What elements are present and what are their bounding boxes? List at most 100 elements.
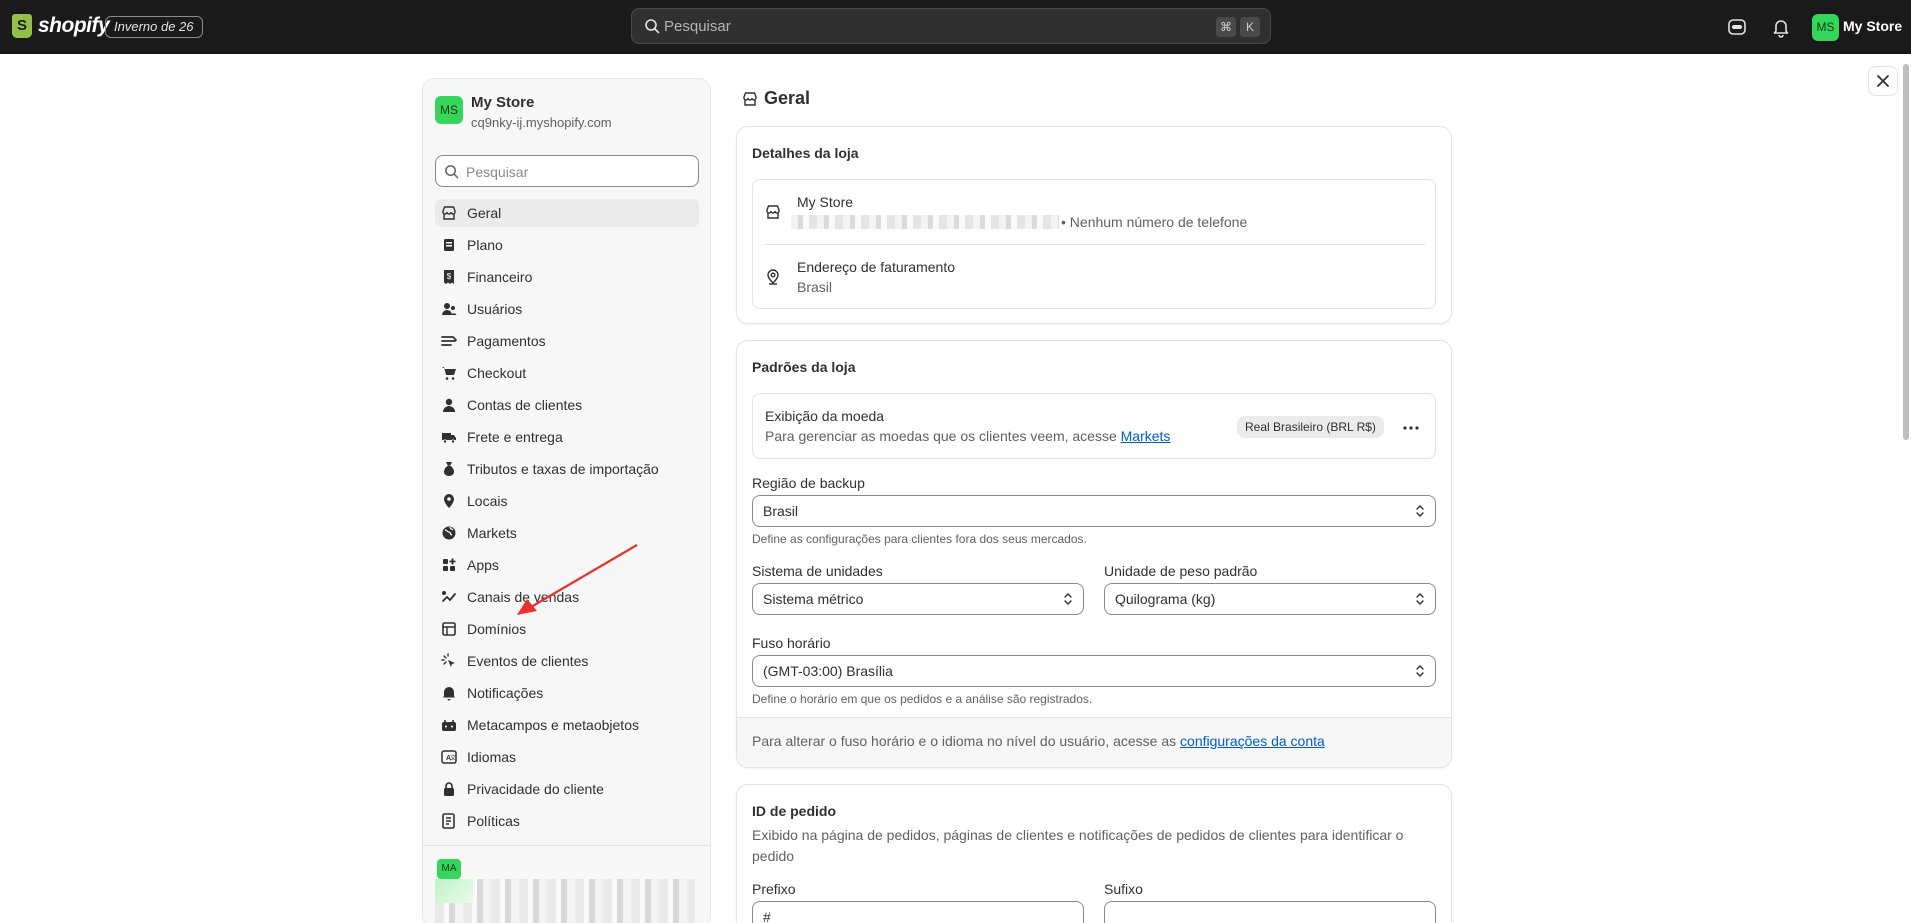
timezone-label: Fuso horário	[752, 635, 831, 651]
select-chevron-icon	[1416, 593, 1424, 605]
redacted-account-info	[435, 879, 695, 923]
close-icon	[1877, 75, 1889, 87]
tax-icon	[444, 462, 454, 476]
phone-text: • Nenhum número de telefone	[1061, 214, 1248, 230]
prefix-input[interactable]: #	[752, 901, 1084, 923]
sidebar-item-label: Contas de clientes	[467, 397, 583, 413]
page-title: Geral	[742, 88, 810, 109]
search-placeholder: Pesquisar	[466, 164, 529, 180]
store-icon	[766, 205, 780, 219]
sidebar-item-eventos-de-clientes[interactable]: Eventos de clientes	[435, 647, 699, 675]
select-chevron-icon	[1416, 665, 1424, 677]
redacted-email	[791, 215, 1059, 229]
sidebar-item-locais[interactable]: Locais	[435, 487, 699, 515]
sidebar-item-label: Locais	[467, 493, 508, 509]
billing-country: Brasil	[797, 279, 833, 295]
settings-search-input[interactable]: Pesquisar	[435, 155, 699, 187]
suffix-label: Sufixo	[1104, 881, 1143, 897]
scrollbar[interactable]	[1903, 64, 1909, 440]
weight-unit-value: Quilograma (kg)	[1115, 591, 1216, 607]
store-icon	[442, 206, 456, 220]
more-actions-button[interactable]	[1399, 415, 1423, 439]
divider	[765, 244, 1425, 245]
sidebar-item-plano[interactable]: Plano	[435, 231, 699, 259]
account-settings-link[interactable]: configurações da conta	[1180, 733, 1325, 749]
order-id-card: ID de pedido Exibido na página de pedido…	[736, 784, 1452, 923]
sidebar-item-label: Plano	[467, 237, 503, 253]
svg-text:$: $	[447, 272, 452, 281]
card-title: ID de pedido	[752, 803, 836, 819]
shopify-logo[interactable]: shopify	[12, 14, 110, 38]
sidebar-item-financeiro[interactable]: $ Financeiro	[435, 263, 699, 291]
globe-icon	[442, 526, 456, 540]
sidebar-item-pagamentos[interactable]: Pagamentos	[435, 327, 699, 355]
store-switcher[interactable]: My Store	[1843, 18, 1902, 34]
shopify-bag-icon	[12, 14, 32, 38]
domain-icon	[442, 622, 456, 636]
location-pin-icon	[767, 269, 779, 285]
settings-sidebar: MS My Store cq9nky-ij.myshopify.com Pesq…	[422, 78, 711, 923]
sidebar-item-politicas[interactable]: Políticas	[435, 807, 699, 835]
suffix-input[interactable]	[1104, 901, 1436, 923]
sidebar-item-label: Notificações	[467, 685, 544, 701]
timezone-help: Define o horário em que os pedidos e a a…	[752, 692, 1093, 706]
payments-icon	[441, 336, 457, 346]
store-name: My Store	[471, 94, 535, 111]
location-icon	[444, 494, 454, 508]
user-avatar[interactable]: MS	[1812, 14, 1839, 41]
shortcut-cmd-key: ⌘	[1216, 17, 1236, 37]
sidebar-item-label: Eventos de clientes	[467, 653, 589, 669]
sidebar-item-metacampos[interactable]: Metacampos e metaobjetos	[435, 711, 699, 739]
sidebar-item-usuarios[interactable]: Usuários	[435, 295, 699, 323]
red-arrow-annotation	[517, 544, 638, 615]
sidebar-item-geral[interactable]: Geral	[435, 199, 699, 227]
bell-icon	[443, 687, 455, 701]
currency-title: Exibição da moeda	[765, 408, 885, 424]
shortcut-k-key: K	[1240, 17, 1260, 37]
sidebar-item-label: Tributos e taxas de importação	[467, 461, 659, 477]
billing-address-title: Endereço de faturamento	[797, 259, 955, 275]
sidebar-item-privacidade[interactable]: Privacidade do cliente	[435, 775, 699, 803]
select-chevron-icon	[1064, 593, 1072, 605]
search-icon	[645, 19, 660, 34]
sidebar-divider	[423, 845, 710, 846]
bell-icon[interactable]	[1770, 16, 1792, 38]
edition-badge[interactable]: Inverno de 26	[105, 16, 203, 38]
receipt-icon: $	[444, 270, 454, 284]
currency-display-box: Exibição da moeda Para gerenciar as moed…	[752, 393, 1436, 459]
sidekick-icon[interactable]	[1726, 16, 1748, 38]
footer-text-body: Para alterar o fuso horário e o idioma n…	[752, 733, 1177, 749]
sidebar-item-frete-e-entrega[interactable]: Frete e entrega	[435, 423, 699, 451]
store-icon	[743, 91, 757, 106]
sidebar-item-label: Financeiro	[467, 269, 533, 285]
sidebar-item-idiomas[interactable]: A文 Idiomas	[435, 743, 699, 771]
sidebar-item-checkout[interactable]: Checkout	[435, 359, 699, 387]
global-search-input[interactable]: Pesquisar ⌘ K	[631, 8, 1271, 44]
order-id-desc: Exibido na página de pedidos, páginas de…	[752, 827, 1404, 864]
backup-region-label: Região de backup	[752, 475, 865, 491]
sidebar-item-tributos[interactable]: Tributos e taxas de importação	[435, 455, 699, 483]
store-avatar: MS	[435, 96, 463, 124]
sidebar-item-notificacoes[interactable]: Notificações	[435, 679, 699, 707]
backup-region-select[interactable]: Brasil	[752, 495, 1436, 527]
store-details-card: Detalhes da loja My Store • Nenhum númer…	[736, 126, 1452, 324]
sidebar-item-label: Idiomas	[467, 749, 517, 765]
lock-icon	[444, 782, 454, 796]
unit-system-select[interactable]: Sistema métrico	[752, 583, 1084, 615]
markets-link[interactable]: Markets	[1121, 428, 1171, 444]
store-details-box[interactable]: My Store • Nenhum número de telefone End…	[752, 179, 1436, 309]
close-button[interactable]	[1868, 66, 1898, 96]
sidebar-item-label: Apps	[467, 557, 499, 573]
cart-icon	[442, 367, 456, 380]
ellipsis-icon	[1403, 426, 1419, 430]
metafields-icon	[442, 720, 456, 731]
timezone-select[interactable]: (GMT-03:00) Brasília	[752, 655, 1436, 687]
sidebar-item-label: Privacidade do cliente	[467, 781, 604, 797]
weight-unit-label: Unidade de peso padrão	[1104, 563, 1258, 579]
account-avatar[interactable]: MA	[437, 859, 461, 879]
top-bar: shopify Inverno de 26 Pesquisar ⌘ K MS M…	[0, 0, 1911, 54]
weight-unit-select[interactable]: Quilograma (kg)	[1104, 583, 1436, 615]
currency-badge: Real Brasileiro (BRL R$)	[1237, 416, 1384, 438]
sidebar-item-contas-de-clientes[interactable]: Contas de clientes	[435, 391, 699, 419]
settings-nav: Geral Plano $ Financeiro Usuários Pagame…	[435, 199, 699, 839]
